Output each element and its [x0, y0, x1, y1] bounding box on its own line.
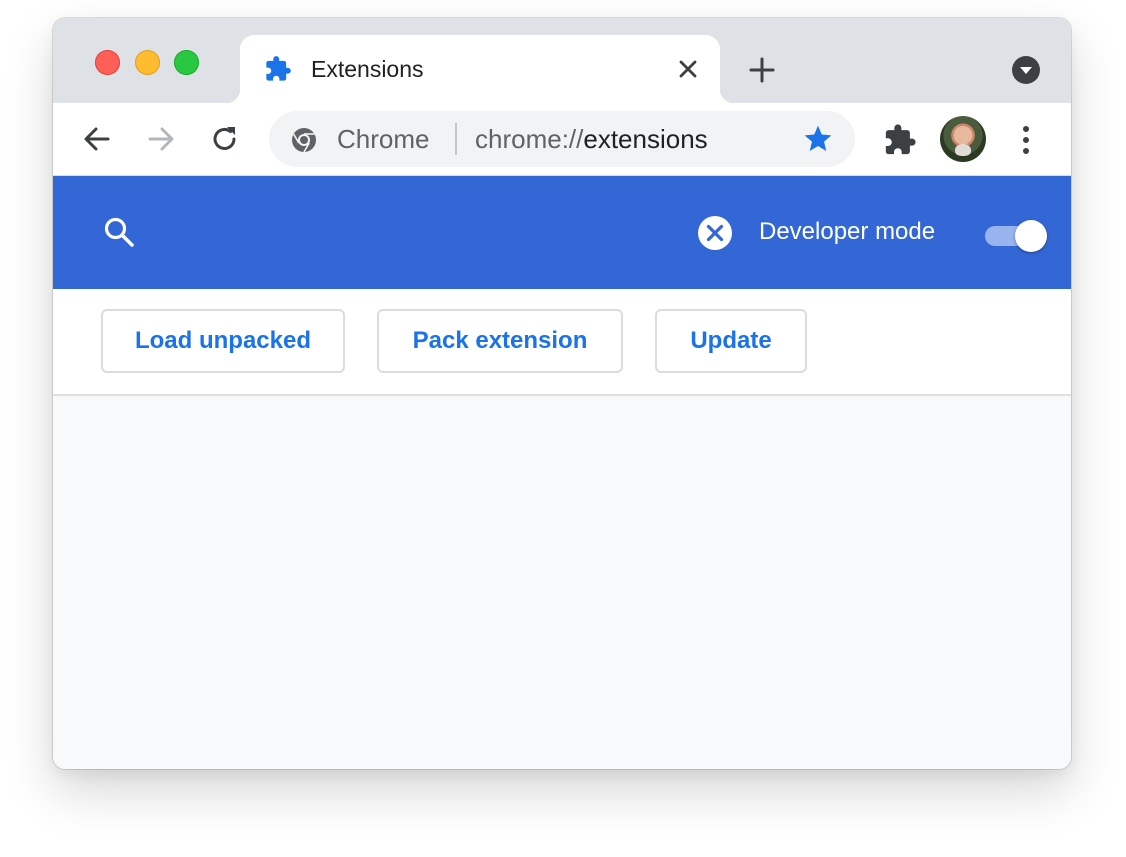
- extensions-list-area: [53, 396, 1071, 769]
- url-path: extensions: [583, 124, 708, 154]
- tab-strip: Extensions: [53, 18, 1071, 103]
- vertical-dots-icon[interactable]: [1010, 123, 1042, 157]
- developer-mode-label: Developer mode: [759, 218, 936, 245]
- back-arrow-icon[interactable]: [81, 123, 113, 155]
- close-window-button[interactable]: [95, 50, 120, 75]
- pack-extension-button[interactable]: Pack extension: [377, 309, 623, 373]
- omnibox-divider: [455, 123, 457, 155]
- toolbar: Chrome chrome://extensions: [53, 103, 1071, 176]
- site-chip-label: Chrome: [337, 124, 430, 154]
- developer-toolbar: Load unpacked Pack extension Update: [53, 289, 1071, 396]
- extensions-puzzle-icon[interactable]: [883, 123, 917, 157]
- close-icon[interactable]: [674, 55, 702, 83]
- forward-arrow-icon[interactable]: [145, 123, 177, 155]
- toggle-knob: [1015, 220, 1047, 252]
- reload-icon[interactable]: [209, 123, 241, 155]
- minimize-window-button[interactable]: [135, 50, 160, 75]
- bookmark-star-icon[interactable]: [802, 123, 834, 155]
- url-scheme: chrome://: [475, 124, 584, 154]
- tab-title: Extensions: [311, 56, 424, 82]
- load-unpacked-button[interactable]: Load unpacked: [101, 309, 345, 373]
- extensions-header: Developer mode: [53, 176, 1071, 289]
- clear-circle-icon[interactable]: [696, 214, 734, 252]
- tab-extensions[interactable]: Extensions: [226, 35, 734, 103]
- browser-window: Extensions Chrome chrome://extensions De…: [53, 18, 1071, 769]
- tab-search-button[interactable]: [1011, 55, 1041, 85]
- zoom-window-button[interactable]: [174, 50, 199, 75]
- address-bar[interactable]: Chrome chrome://extensions: [269, 111, 855, 167]
- puzzle-icon: [264, 55, 292, 83]
- url-text[interactable]: chrome://extensions: [475, 124, 708, 154]
- search-icon[interactable]: [102, 215, 136, 249]
- chrome-logo-icon: [291, 127, 317, 153]
- avatar[interactable]: [940, 116, 986, 162]
- update-button[interactable]: Update: [655, 309, 807, 373]
- new-tab-button[interactable]: [746, 54, 778, 86]
- developer-mode-toggle[interactable]: [983, 216, 1049, 252]
